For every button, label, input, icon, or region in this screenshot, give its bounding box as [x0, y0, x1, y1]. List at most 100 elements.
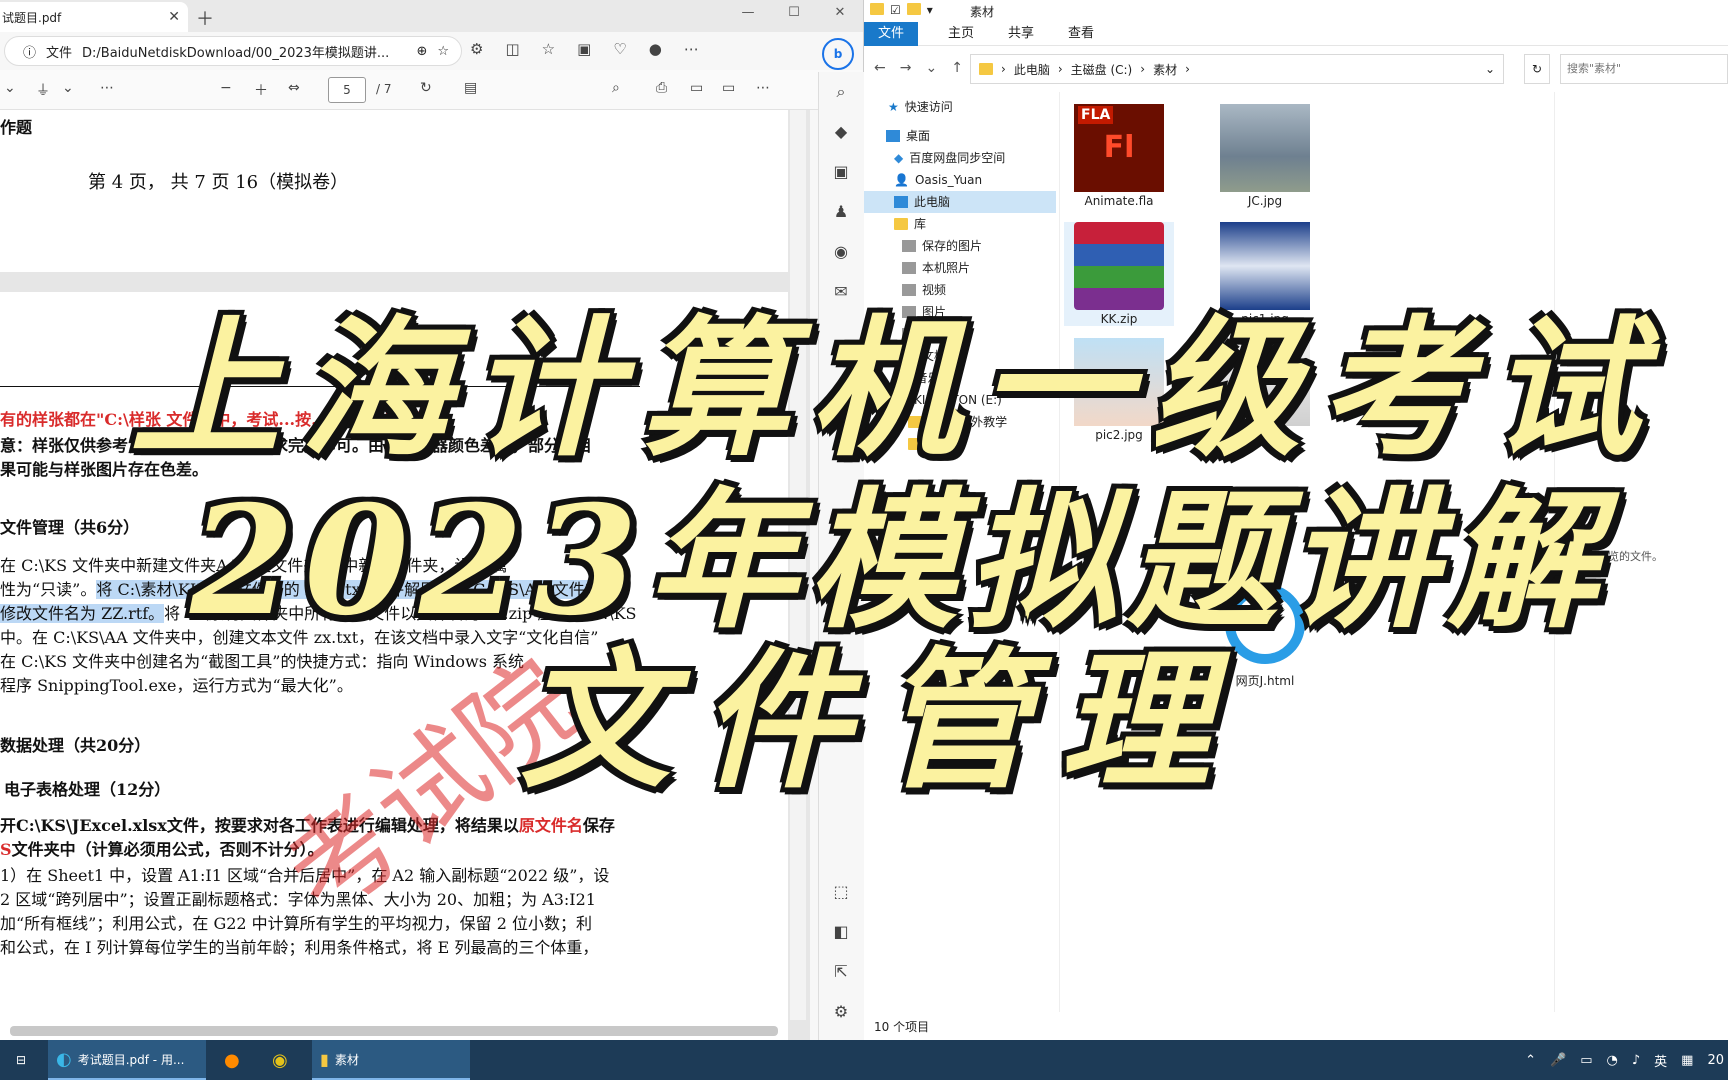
chevron-down-icon[interactable]: ⌄	[1485, 62, 1495, 76]
taskbar-item-explorer[interactable]: ▮ 素材	[312, 1040, 470, 1080]
page-footer: 第 4 页， 共 7 页 16（模拟卷）	[88, 172, 349, 193]
maximize-icon[interactable]: ☐	[771, 0, 817, 28]
battery-icon[interactable]: ▭	[1580, 1053, 1592, 1068]
profile-avatar[interactable]: ●	[649, 40, 662, 58]
question-2-line-4: 2 区域“跨列居中”；设置正副标题格式：字体为黑体、大小为 20、加粗；为 A3…	[0, 890, 596, 909]
search-icon[interactable]: ⌕	[827, 82, 855, 106]
file-item[interactable]: JC.jpg	[1210, 104, 1320, 208]
back-arrow-icon[interactable]: ←	[874, 60, 886, 76]
address-scheme-label: 文件	[46, 45, 73, 61]
properties-check-icon[interactable]: ☑	[890, 3, 901, 17]
tree-item-quick-access[interactable]: ★ 快速访问	[888, 96, 953, 118]
ribbon-tab-view[interactable]: 查看	[1054, 22, 1108, 46]
firefox-icon[interactable]: ●	[216, 1040, 248, 1080]
zoom-icon[interactable]: ⊕	[416, 44, 427, 59]
ribbon-tab-share[interactable]: 共享	[994, 22, 1048, 46]
more-tools-icon[interactable]: ⋯	[100, 80, 114, 96]
chevron-right-icon: ›	[1185, 62, 1190, 76]
page-view-icon[interactable]: ▤	[464, 80, 477, 96]
tree-item-this-pc[interactable]: 此电脑	[864, 191, 1056, 213]
bing-copilot-icon[interactable]: b	[822, 38, 854, 70]
shopping-tag-icon[interactable]: ◆	[827, 122, 855, 146]
text-run-red: 原文件名	[518, 816, 583, 835]
page-number-input[interactable]: 5	[328, 77, 366, 103]
page-heading: 作题	[0, 118, 33, 137]
tab-pdf[interactable]: 试题目.pdf ✕	[0, 2, 188, 32]
tree-item-label: 库	[914, 217, 927, 231]
zoom-out-icon[interactable]: −	[220, 80, 232, 96]
favorite-star-icon[interactable]: ☆	[437, 44, 449, 59]
minimize-icon[interactable]: —	[725, 0, 771, 28]
info-icon[interactable]: ⓘ	[23, 42, 36, 61]
search-input[interactable]: 搜索"素材"	[1560, 54, 1728, 84]
fit-width-icon[interactable]: ⇔	[288, 80, 300, 96]
selected-text: 修改文件名为 ZZ.rtf。	[0, 604, 165, 623]
new-tab-icon[interactable]: ＋	[196, 5, 214, 31]
volume-icon[interactable]: ♪	[1632, 1053, 1640, 1068]
file-item[interactable]: FLA Fl Animate.fla	[1064, 104, 1174, 208]
close-tab-icon[interactable]: ✕	[168, 9, 180, 25]
more-menu-icon[interactable]: ⋯	[684, 40, 699, 58]
save-icon[interactable]: ▭	[690, 80, 703, 96]
games-icon[interactable]: ♟	[827, 202, 855, 226]
breadcrumb-item[interactable]: 素材	[1153, 61, 1177, 78]
browser-essentials-icon[interactable]: ♡	[613, 40, 626, 58]
breadcrumb[interactable]: › 此电脑 › 主磁盘 (C:) › 素材 › ⌄	[970, 54, 1504, 84]
taskbar-item-edge[interactable]: ◐ 考试题目.pdf - 用...	[48, 1040, 206, 1080]
clock[interactable]: 20	[1707, 1053, 1724, 1068]
new-folder-icon[interactable]	[906, 3, 921, 15]
draw-filter-icon[interactable]: ⏚	[36, 80, 50, 100]
horizontal-scrollbar[interactable]	[10, 1026, 778, 1036]
tools-icon[interactable]: ▣	[827, 162, 855, 186]
pictures-icon	[902, 240, 916, 252]
chevron-down-icon[interactable]: ▾	[927, 3, 933, 17]
text-run: 保存	[582, 816, 615, 835]
folder-icon: ▮	[320, 1049, 329, 1069]
tree-item-user[interactable]: 👤 Oasis_Yuan	[894, 169, 982, 191]
subsection-spreadsheet: 电子表格处理（12分）	[4, 780, 171, 799]
screenshot-icon[interactable]: ⬚	[827, 882, 855, 906]
tree-item-desktop[interactable]: 桌面	[886, 125, 930, 147]
up-arrow-icon[interactable]: ↑	[951, 60, 963, 76]
ribbon-tab-home[interactable]: 主页	[934, 22, 988, 46]
extensions-icon[interactable]: ⚙	[470, 40, 483, 58]
taskbar-item-label: 考试题目.pdf - 用...	[77, 1052, 185, 1067]
rotate-icon[interactable]: ↻	[420, 80, 432, 96]
collections-icon[interactable]: ▣	[577, 40, 591, 58]
tree-item-baidu-sync[interactable]: ◆ 百度网盘同步空间	[894, 147, 1005, 169]
chevron-down-icon[interactable]: ⌄	[62, 80, 74, 96]
microphone-icon[interactable]: 🎤	[1550, 1053, 1566, 1068]
print-icon[interactable]: ⎙	[656, 80, 667, 96]
close-window-icon[interactable]: ✕	[817, 0, 863, 28]
more-menu-icon[interactable]: ⋯	[756, 80, 770, 96]
star-icon: ★	[888, 100, 899, 114]
chrome-icon[interactable]: ◉	[264, 1040, 296, 1080]
file-name: Animate.fla	[1084, 194, 1154, 208]
search-icon[interactable]: ⌕	[612, 80, 620, 96]
sidebar-toggle-icon[interactable]: ◧	[827, 922, 855, 946]
refresh-icon[interactable]: ↻	[1524, 54, 1550, 84]
tree-item-libraries[interactable]: 库	[894, 213, 926, 235]
favorites-icon[interactable]: ☆	[542, 40, 555, 58]
input-language[interactable]: 英	[1654, 1051, 1667, 1070]
chevron-down-icon[interactable]: ⌄	[4, 80, 16, 96]
address-bar[interactable]: ⓘ 文件 D:/BaiduNetdiskDownload/00_2023年模拟题…	[4, 36, 462, 66]
open-external-icon[interactable]: ⇱	[827, 962, 855, 986]
network-icon[interactable]: ◔	[1607, 1053, 1618, 1068]
breadcrumb-item[interactable]: 主磁盘 (C:)	[1071, 61, 1133, 78]
split-screen-icon[interactable]: ◫	[505, 40, 519, 58]
image-thumbnail	[1220, 104, 1310, 192]
tree-item-saved-pictures[interactable]: 保存的图片	[902, 235, 982, 257]
recent-chevron-icon[interactable]: ⌄	[925, 60, 937, 76]
show-hidden-icons[interactable]: ⌃	[1525, 1053, 1536, 1068]
settings-gear-icon[interactable]: ⚙	[827, 1002, 855, 1026]
chevron-right-icon: ›	[1140, 62, 1146, 76]
save-as-icon[interactable]: ▭	[722, 80, 735, 96]
ime-icon[interactable]: ▦	[1681, 1053, 1693, 1068]
zoom-in-icon[interactable]: ＋	[254, 80, 268, 100]
microsoft-365-icon[interactable]: ◉	[827, 242, 855, 266]
forward-arrow-icon[interactable]: →	[900, 60, 912, 76]
task-view-icon[interactable]: ⊟	[8, 1040, 34, 1080]
breadcrumb-item[interactable]: 此电脑	[1014, 61, 1050, 78]
ribbon-tab-file[interactable]: 文件	[864, 22, 919, 46]
